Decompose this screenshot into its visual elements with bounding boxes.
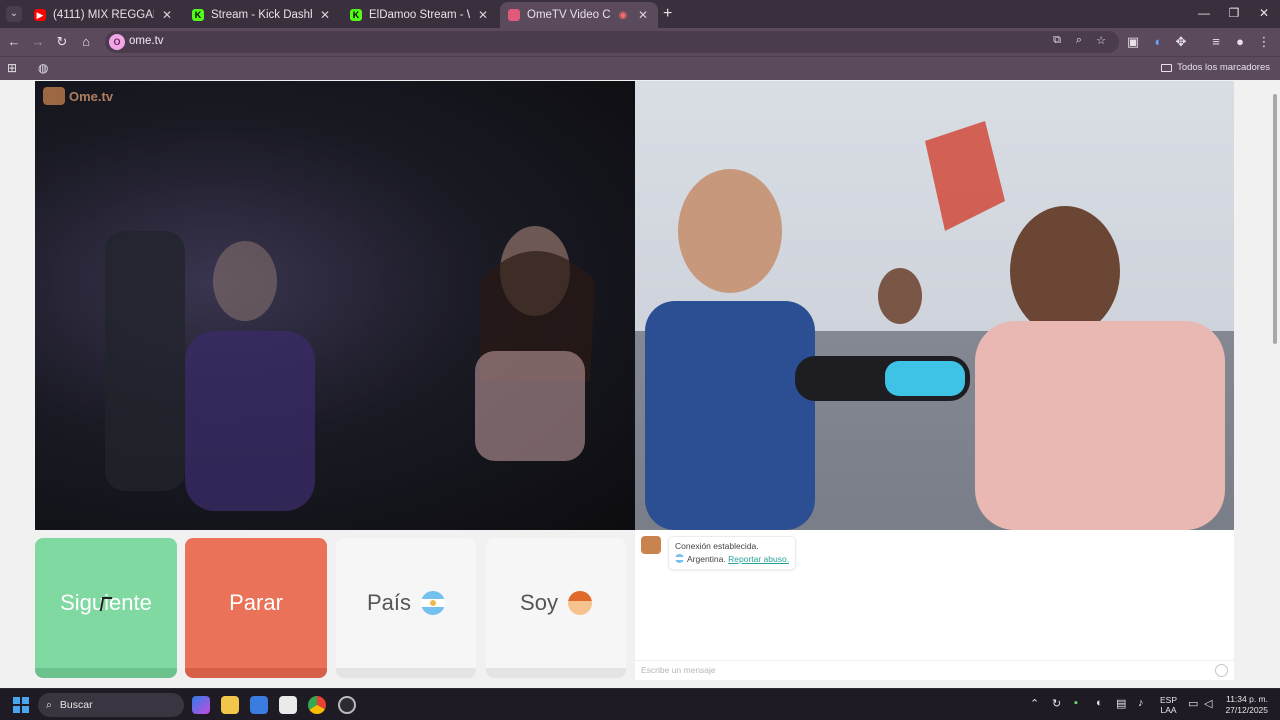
window-close-icon[interactable]: ✕ [1254,6,1274,20]
country-button[interactable]: País [336,538,476,678]
tab-title: Stream - Kick Dashboard [211,9,312,21]
chat-panel: Conexión establecida. Argentina. Reporta… [635,530,1234,680]
all-bookmarks[interactable]: Todos los marcadores [1161,62,1270,73]
url-text: ome.tv [129,35,164,47]
restore-icon[interactable]: ❐ [1224,6,1244,20]
recording-icon: ◉ [618,9,628,21]
microphone-icon[interactable]: ♪ [1138,697,1144,709]
emoji-icon[interactable] [1215,664,1228,677]
stop-button-label: Parar [229,590,283,615]
close-icon[interactable]: ✕ [476,8,490,22]
chat-placeholder: Escribe un mensaje [641,665,716,675]
connection-status: Conexión establecida. [675,541,759,551]
close-icon[interactable]: ✕ [160,8,174,22]
media-control-icon[interactable]: ≡ [1207,33,1225,51]
extension-icon[interactable]: ▣ [1124,33,1142,51]
zoom-icon[interactable]: ⌕ [1071,34,1087,47]
chrome-icon[interactable] [308,696,326,714]
obs-icon[interactable] [338,696,356,714]
microsoft-store-icon[interactable] [250,696,268,714]
ometv-icon [508,9,520,21]
local-video-scene [105,226,595,511]
windows-taskbar: ⌕ Buscar ⌃ ↻ ▪ ◐ ▤ ♪ ESP LAA ▭ ◁ 11:34 p… [0,688,1280,720]
install-icon[interactable]: ⧉ [1049,34,1065,47]
taskbar-search-label: Buscar [59,699,93,711]
country-button-label: País [366,590,412,615]
clock-date: 27/12/2025 [1225,705,1268,715]
tab-title: (4111) MIX REGGAETON 2025 | [53,9,154,21]
folder-icon [1161,63,1173,72]
new-tab-icon[interactable]: + [663,5,672,23]
language-indicator[interactable]: ESP LAA [1160,695,1177,715]
kick-icon: K [192,9,204,21]
discord-icon[interactable]: ◐ [1096,697,1103,709]
ometv-logo-icon [43,87,65,105]
extensions-puzzle-icon[interactable]: ✥ [1172,33,1190,51]
local-video [35,81,635,530]
menu-dots-icon[interactable]: ⋮ [1255,33,1273,51]
forward-icon[interactable]: → [29,33,47,51]
taskbar-search[interactable]: ⌕ Buscar [38,693,184,717]
system-message: Conexión establecida. Argentina. Reporta… [668,536,797,570]
address-bar[interactable]: O ome.tv ⧉ ⌕ ☆ [105,31,1119,53]
reload-icon[interactable]: ↻ [53,33,71,51]
tab-ometv[interactable]: OmeTV Video Chat — Ome ◉ ✕ [500,2,658,28]
tray-overflow-icon[interactable]: ⌃ [1030,697,1039,710]
remote-video-scene [635,121,1234,530]
bookmarks-bar: ⊞ ◍ Todos los marcadores [0,56,1280,80]
bookmark-star-icon[interactable]: ☆ [1093,34,1109,47]
tab-eldamoo-stream[interactable]: K ElDamoo Stream - Watch Live o ✕ [342,2,498,28]
tab-kick-dashboard[interactable]: K Stream - Kick Dashboard ✕ [184,2,340,28]
tab-search-icon[interactable]: ⌄ [6,6,22,22]
windows-start-icon[interactable] [13,697,29,713]
minimize-icon[interactable]: — [1194,6,1214,20]
language-top: ESP [1160,695,1178,705]
ometv-chat-logo-icon [641,536,661,554]
sync-icon[interactable]: ↻ [1052,697,1061,710]
scrollbar[interactable] [1270,80,1280,688]
argentina-flag-small-icon [675,554,684,563]
tab-youtube[interactable]: ▶ (4111) MIX REGGAETON 2025 | ✕ [26,2,182,28]
youtube-icon: ▶ [34,9,46,21]
tab-strip: ⌄ ▶ (4111) MIX REGGAETON 2025 | ✕ K Stre… [0,0,1280,28]
remote-video [635,81,1234,530]
language-bottom: LAA [1160,705,1177,715]
search-icon: ⌕ [46,698,52,711]
report-abuse-link[interactable]: Reportar abuso. [728,554,789,564]
audio-icon[interactable]: ◖ [1148,33,1166,51]
display-icon[interactable]: ▭ [1188,697,1198,710]
site-info-icon[interactable]: O [109,34,125,50]
profile-avatar-icon[interactable]: ● [1231,33,1249,51]
ometv-logo-text: Ome.tv [69,88,114,104]
gender-button[interactable]: Soy [486,538,626,678]
chat-input[interactable]: Escribe un mensaje [635,660,1234,680]
globe-icon[interactable]: ◍ [38,61,48,75]
gender-button-label: Soy [520,590,558,615]
close-icon[interactable]: ✕ [636,8,650,22]
clock[interactable]: 11:34 p. m. 27/12/2025 [1222,694,1268,716]
home-icon[interactable]: ⌂ [77,33,95,51]
stop-button[interactable]: Parar [185,538,327,678]
file-explorer-icon[interactable] [221,696,239,714]
all-bookmarks-label: Todos los marcadores [1177,62,1270,73]
capcut-icon[interactable] [279,696,297,714]
clock-time: 11:34 p. m. [1226,694,1268,704]
partner-country: Argentina. [687,554,726,564]
kick-icon: K [350,9,362,21]
tab-title: ElDamoo Stream - Watch Live o [369,9,470,21]
volume-icon[interactable]: ◁ [1204,697,1212,710]
partner-country-line: Argentina. Reportar abuso. [675,553,789,566]
ometv-logo: Ome.tv [43,87,113,105]
boy-face-icon [567,591,592,615]
scroll-thumb[interactable] [1273,94,1277,344]
copilot-icon[interactable] [192,696,210,714]
close-icon[interactable]: ✕ [318,8,332,22]
browser-toolbar: ← → ↻ ⌂ O ome.tv ⧉ ⌕ ☆ ▣ ◖ ✥ ≡ ● ⋮ [0,28,1280,56]
back-icon[interactable]: ← [5,33,23,51]
nvidia-icon[interactable]: ▪ [1074,697,1078,709]
argentina-flag-icon [421,591,446,615]
network-icon[interactable]: ▤ [1116,697,1126,710]
tab-title: OmeTV Video Chat — Ome [527,9,610,21]
apps-grid-icon[interactable]: ⊞ [7,61,17,75]
